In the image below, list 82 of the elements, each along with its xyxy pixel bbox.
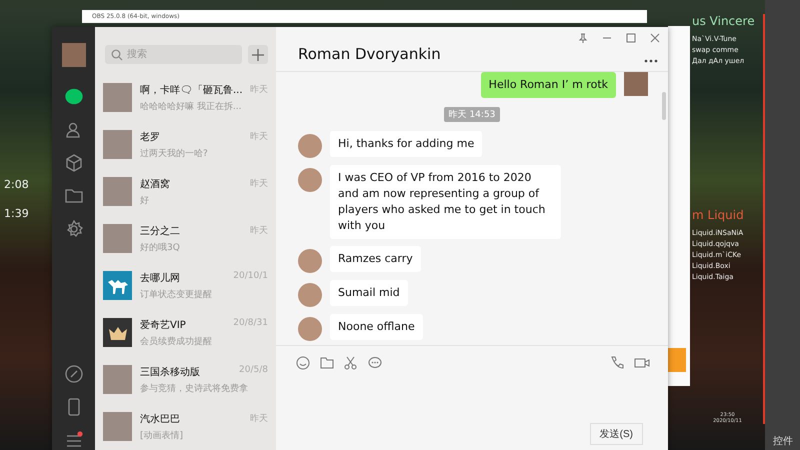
chat-item[interactable]: 汽水巴巴 昨天 [动画表情] (95, 403, 276, 450)
scissors-icon[interactable] (344, 356, 358, 370)
chat-item[interactable]: 赵酒窝 昨天 好 (95, 168, 276, 215)
chat-preview: 过两天我的一哈? (140, 148, 209, 160)
scrollbar[interactable] (662, 92, 666, 120)
chat-icon[interactable] (64, 88, 82, 106)
message-bubble: Sumail mid (330, 280, 408, 306)
chat-name: 啊，卡咩🗨「砸瓦鲁... (140, 84, 243, 96)
chat-item[interactable]: 去哪儿网 20/10/1 订单状态变更提醒 (95, 262, 276, 309)
avatar-photo-placeholder (103, 130, 132, 159)
chat-item[interactable]: 啊，卡咩🗨「砸瓦鲁... 昨天 哈哈哈哈好嘛 我正在拆... (95, 74, 276, 121)
chat-item[interactable]: 三分之二 昨天 好的哦3Q (95, 215, 276, 262)
chat-preview: [动画表情] (140, 430, 184, 442)
avatar-photo-placeholder (103, 365, 132, 394)
chat-name: 赵酒窝 (140, 178, 170, 190)
chat-item[interactable]: 三国杀移动版 20/5/8 参与竞猜，史诗武将免费拿 (95, 356, 276, 403)
chat-name: 汽水巴巴 (140, 412, 180, 426)
chat-title: Roman Dvoryankin (298, 45, 441, 63)
chat-time: 昨天 (250, 178, 268, 190)
game-timer: 2:08 (4, 178, 29, 191)
chat-item[interactable]: 老罗 昨天 过两天我的一哈? (95, 121, 276, 168)
send-button[interactable]: 发送(S) (590, 423, 643, 445)
emoji-icon[interactable] (296, 356, 310, 370)
chat-time: 昨天 (250, 412, 268, 426)
avatar-photo-placeholder (298, 134, 322, 158)
chat-preview: 会员续费成功提醒 (140, 336, 213, 348)
search-field[interactable]: 搜索 (105, 45, 242, 64)
chat-time: 20/8/31 (233, 318, 268, 330)
speech-bubble-icon[interactable] (368, 356, 382, 370)
avatar-photo-placeholder (298, 168, 322, 192)
chat-preview: 好 (140, 194, 150, 206)
message-bubble: Ramzes carry (330, 246, 421, 272)
avatar-photo-placeholder (103, 177, 132, 206)
avatar-photo-placeholder (298, 249, 322, 273)
video-camera-icon[interactable] (634, 356, 650, 370)
message-bubble: Hello Roman I’ m rotk (480, 72, 616, 98)
chat-name: 去哪儿网 (140, 272, 180, 284)
chat-preview: 参与竞猜，史诗武将免费拿 (140, 382, 249, 394)
chat-name: 三国杀移动版 (140, 366, 200, 378)
pin-icon[interactable] (578, 33, 588, 43)
avatar-photo-placeholder (298, 283, 322, 307)
avatar-photo-placeholder (624, 72, 648, 96)
avatar-photo-placeholder (298, 317, 322, 341)
chat-name: 爱奇艺VIP (140, 318, 186, 332)
chat-preview: 哈哈哈哈好嘛 我正在拆... (140, 100, 242, 112)
message-bubble: Noone offlane (330, 314, 423, 340)
team-name: m Liquid (692, 208, 745, 222)
chat-time: 昨天 (250, 130, 268, 144)
chat-item[interactable]: 爱奇艺VIP 20/8/31 会员续费成功提醒 (95, 309, 276, 356)
avatar-photo-placeholder[interactable] (62, 43, 86, 67)
chat-time: 20/5/8 (239, 364, 268, 376)
crown-icon (103, 318, 132, 347)
chat-preview: 好的哦3Q (140, 242, 181, 254)
game-timer: 1:39 (4, 207, 29, 220)
chat-name: 老罗 (140, 130, 160, 144)
avatar-photo-placeholder (103, 224, 132, 253)
chat-time: 20/10/1 (233, 270, 268, 282)
contacts-icon[interactable] (64, 121, 82, 139)
chat-time: 昨天 (250, 84, 268, 96)
chat-name: 三分之二 (140, 224, 180, 238)
menu-icon[interactable] (64, 431, 82, 449)
camel-icon (103, 271, 132, 300)
folder-icon[interactable] (64, 187, 82, 205)
add-button[interactable] (248, 45, 268, 64)
gear-icon[interactable] (64, 220, 82, 238)
message-bubble: I was CEO of VP from 2016 to 2020 and am now representing a group of players who asked me to get in touch with you (330, 165, 561, 239)
phone-icon[interactable] (610, 356, 624, 370)
chat-preview: 订单状态变更提醒 (140, 288, 213, 300)
chat-time: 昨天 (250, 224, 268, 238)
search-icon (111, 49, 123, 61)
folder-icon[interactable] (320, 356, 334, 370)
message-bubble: Hi, thanks for adding me (330, 131, 482, 157)
message-time: 昨天 14:53 (444, 107, 500, 122)
plus-icon (252, 48, 264, 60)
team-name: us Vincere (692, 14, 756, 28)
controls-label[interactable]: 控件 (773, 434, 793, 448)
more-icon[interactable] (644, 59, 658, 63)
avatar-photo-placeholder (103, 412, 132, 441)
close-icon[interactable] (650, 33, 660, 43)
avatar-photo-placeholder (103, 83, 132, 112)
box-icon[interactable] (64, 154, 82, 172)
maximize-icon[interactable] (626, 33, 636, 43)
